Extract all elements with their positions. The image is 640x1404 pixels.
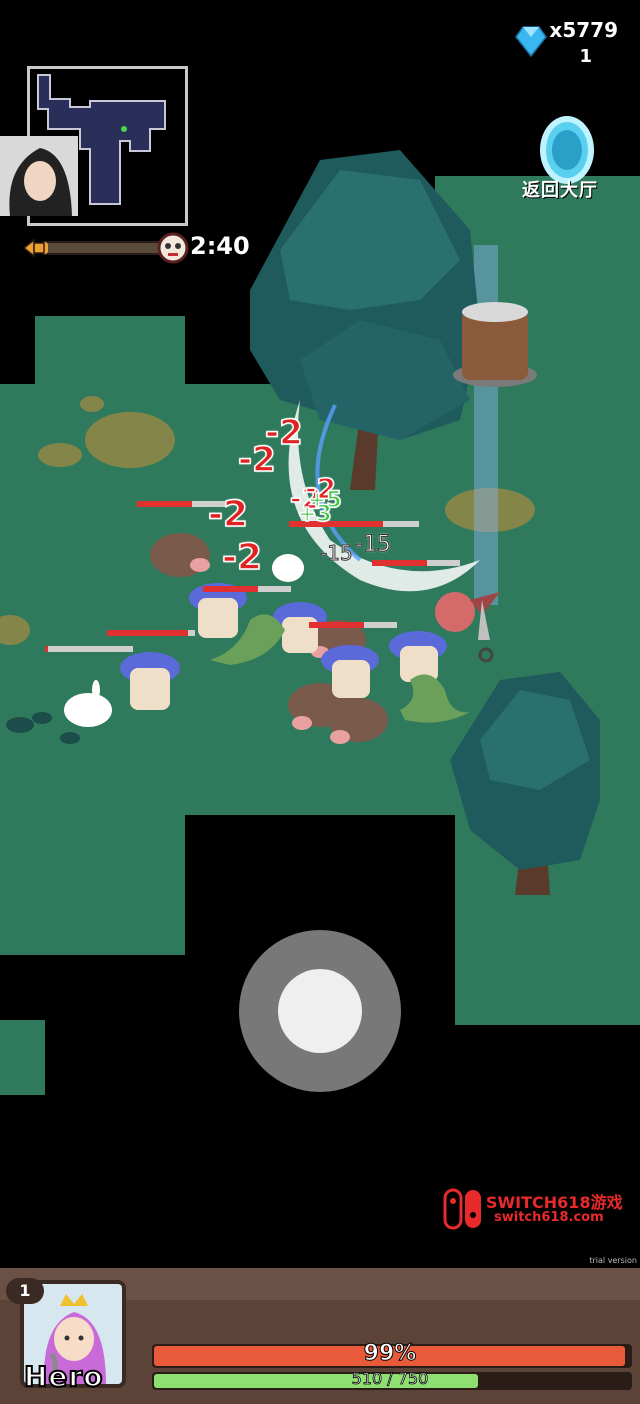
gem-sub-count: 1 — [579, 46, 592, 67]
watermark-url: switch618.com — [494, 1210, 604, 1225]
return-lobby-button[interactable]: 返回大厅 — [522, 176, 598, 202]
gem-icon — [515, 26, 547, 58]
light-beam — [474, 245, 498, 605]
enemy-hp-bar — [107, 630, 195, 636]
rabbit-enemy — [272, 554, 304, 582]
trial-version-label: trial version — [589, 1256, 637, 1265]
heal-number: +3 — [297, 501, 332, 528]
enemy-hp-bar — [203, 586, 291, 592]
damage-number: -2 — [221, 536, 263, 579]
hero-name: Hero — [23, 1359, 104, 1394]
skull-boss-icon — [157, 232, 189, 264]
boar-enemy — [150, 533, 210, 577]
stage-timer: 2:40 — [190, 232, 250, 260]
switch-logo-icon — [443, 1188, 481, 1230]
joystick-knob[interactable] — [278, 969, 362, 1053]
streamer-avatar — [0, 136, 78, 216]
damage-number: -15 — [320, 541, 354, 566]
gem-count: x5779 — [549, 18, 618, 42]
player-level-badge: 1 — [6, 1278, 44, 1304]
enemy-hp-bar — [309, 622, 397, 628]
xp-text: 510 / 750 — [351, 1369, 429, 1389]
hp-percent-text: 99% — [363, 1341, 417, 1367]
damage-number: -15 — [355, 532, 392, 558]
wooden-barrel — [453, 302, 537, 387]
damage-number: -2 — [237, 439, 276, 481]
enemy-hp-bar — [372, 560, 460, 566]
damage-number: -2 — [207, 493, 249, 536]
enemy-hp-bar — [45, 646, 133, 652]
